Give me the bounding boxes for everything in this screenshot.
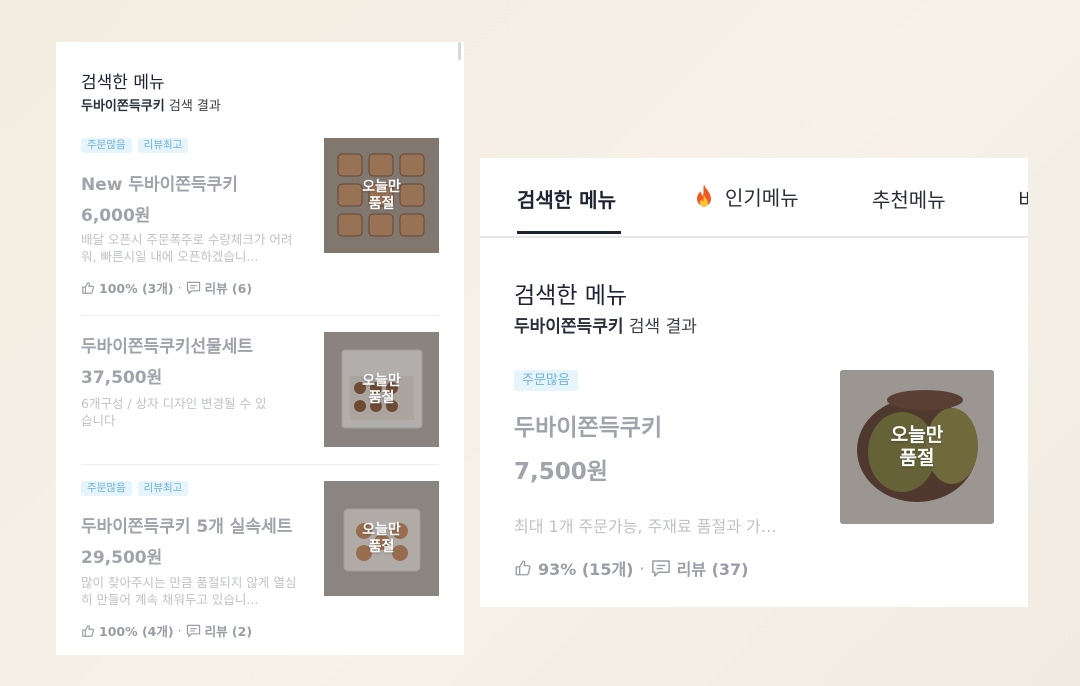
badge-popular: 주문많음 [81,138,132,153]
menu-item-price: 29,500원 [81,548,163,568]
tab-searched-menu[interactable]: 검색한 메뉴 [517,184,616,213]
menu-item-name: 두바이쫀득쿠키 [514,415,663,441]
tab-recommended-menu[interactable]: 추천메뉴 [872,184,946,213]
left-menu-panel: 검색한 메뉴 두바이쫀득쿠키 검색 결과 주문많음 리뷰최고 New 두바이쫀득… [56,42,464,655]
menu-item-description: 많이 찾아주시는 만큼 품절되지 않게 열심히 만들어 계속 채워두고 있습니.… [81,575,297,607]
fire-icon [691,183,717,211]
rating-text: 93% (15개) [538,560,634,579]
rating-text: 100% (4개) [99,624,174,639]
tab-popular-menu[interactable]: 인기메뉴 [691,182,799,211]
search-result-suffix: 검색 결과 [164,99,221,114]
review-chat-icon [186,624,201,638]
thumbs-up-icon [81,624,95,638]
search-result-caption: 두바이쫀득쿠키 검색 결과 [514,312,697,337]
tab-next[interactable]: 비 [1018,184,1028,213]
review-chat-icon [651,559,671,578]
menu-item-image[interactable]: 오늘만 품절 [324,332,439,447]
menu-item-stats: 100% (3개) · 리뷰 (6) [81,278,252,297]
review-count: 리뷰 (2) [204,624,253,639]
search-result-caption: 두바이쫀득쿠키 검색 결과 [81,95,221,114]
menu-item-description: 6개구성 / 상자 디자인 변경될 수 있습니다 [81,396,267,428]
badge-popular: 주문많음 [81,481,132,496]
menu-item-name: 두바이쫀득쿠키 5개 실속세트 [81,517,293,537]
menu-item[interactable]: 주문많음 두바이쫀득쿠키 7,500원 최대 1개 주문가능, 주재료 품절과 … [514,370,834,585]
menu-item-price: 6,000원 [81,206,151,226]
sold-out-label: 오늘만 품절 [890,424,944,469]
search-query: 두바이쫀득쿠키 [514,317,624,337]
review-count: 리뷰 (6) [204,281,253,296]
thumbs-up-icon [514,559,532,577]
menu-item-description: 배달 오픈시 주문폭주로 수량체크가 어려워, 빠른시일 내에 오픈하겠습니..… [81,232,293,264]
sold-out-label: 오늘만 품절 [362,178,401,212]
menu-item-name: New 두바이쫀득쿠키 [81,175,238,195]
menu-item-image[interactable]: 오늘만 품절 [840,370,994,524]
right-menu-panel: 검색한 메뉴 인기메뉴 추천메뉴 비 검색한 메뉴 두바이쫀득쿠키 검색 결과 … [480,158,1028,607]
rating-text: 100% (3개) [99,281,174,296]
menu-item-name: 두바이쫀득쿠키선물세트 [81,337,254,357]
divider [81,464,439,465]
tab-bar: 검색한 메뉴 인기메뉴 추천메뉴 비 [480,158,1028,238]
search-query: 두바이쫀득쿠키 [81,99,165,114]
tab-label: 인기메뉴 [725,186,799,210]
sold-out-label: 오늘만 품절 [362,372,401,406]
scrollbar[interactable] [458,42,461,60]
menu-item-stats: 100% (4개) · 리뷰 (2) [81,621,252,640]
section-title: 검색한 메뉴 [81,73,165,93]
section-title: 검색한 메뉴 [514,283,628,309]
menu-item-image[interactable]: 오늘만 품절 [324,481,439,596]
search-result-suffix: 검색 결과 [623,317,697,337]
menu-item-price: 37,500원 [81,368,163,388]
review-chat-icon [186,281,201,295]
menu-item-image[interactable]: 오늘만 품절 [324,138,439,253]
divider [81,315,439,316]
badge-popular: 주문많음 [514,370,578,391]
menu-item-price: 7,500원 [514,459,608,485]
badge-best-review: 리뷰최고 [137,481,189,496]
menu-item-stats: 93% (15개) · 리뷰 (37) [514,556,748,580]
active-tab-indicator [517,231,621,234]
thumbs-up-icon [81,281,95,295]
menu-item-description: 최대 1개 주문가능, 주재료 품절과 가… [514,517,777,536]
review-count: 리뷰 (37) [676,560,749,579]
sold-out-label: 오늘만 품절 [362,521,401,555]
badge-best-review: 리뷰최고 [137,138,189,153]
